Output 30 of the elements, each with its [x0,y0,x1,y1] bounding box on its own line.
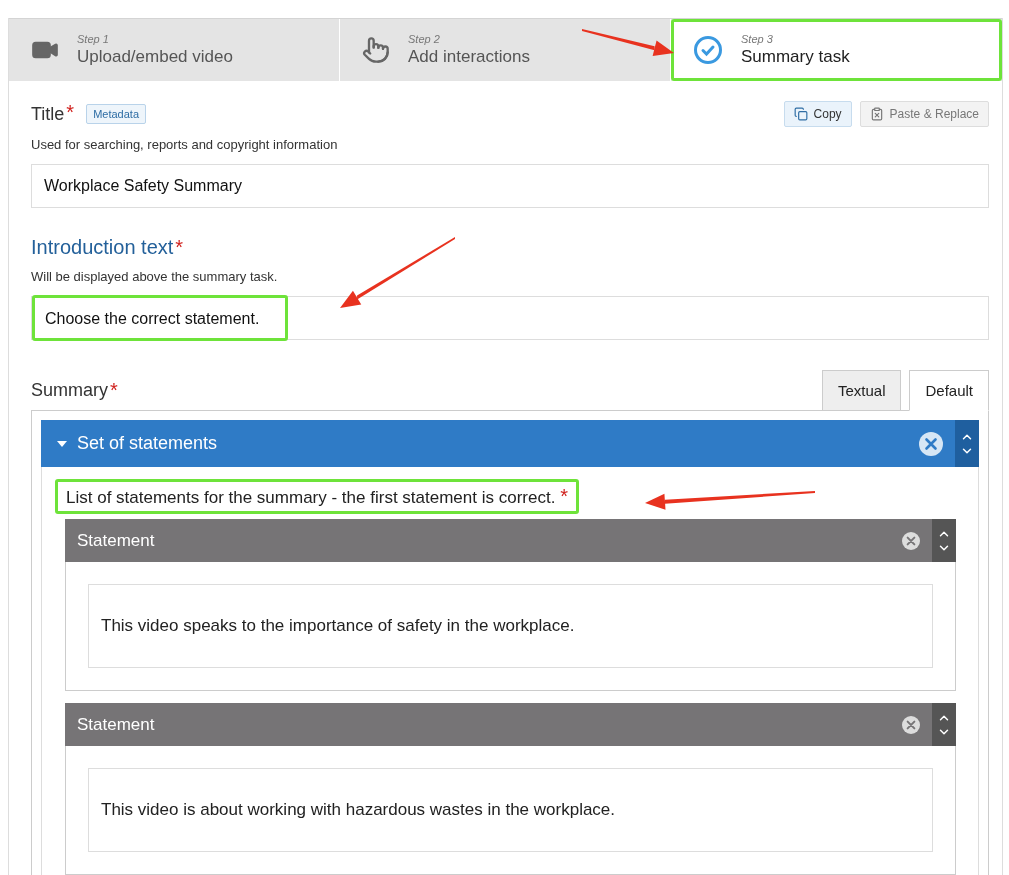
step-number: Step 1 [77,33,110,45]
field-label: Introduction text [31,236,174,259]
list-description: List of statements for the summary - the first statement is correct. * [55,479,579,514]
required-mark: * [175,236,184,259]
statement-title: Statement [77,714,155,735]
group-title: Set of statements [77,433,218,454]
field-label: Summary [31,380,108,401]
copy-button[interactable]: Copy [783,101,852,127]
statement-title: Statement [77,530,155,551]
field-label: Title [31,103,65,125]
statement-header[interactable]: Statement [65,519,956,562]
field-description: Used for searching, reports and copyright information [31,137,339,152]
text-field[interactable]: Workplace Safety Summary [31,164,989,208]
step-title: Add interactions [408,47,530,67]
metadata-tag[interactable]: Metadata [86,104,146,124]
text-field[interactable]: This video speaks to the importance of safety in the workplace. [88,584,933,668]
step-number: Step 2 [408,33,441,45]
step-number: Step 3 [741,33,774,45]
text-field[interactable]: This video is about working with hazardous wastes in the workplace. [88,768,933,852]
text-field[interactable]: Choose the correct statement. [31,296,989,340]
field-description: Will be displayed above the summary task. [31,269,279,284]
step-title: Upload/embed video [77,47,233,67]
step-title: Summary task [741,47,850,67]
statement-header[interactable]: Statement [65,703,956,746]
step-tab[interactable]: Step 3 Summary task [671,19,1002,81]
editor-tab[interactable]: Textual [821,370,902,411]
editor-tab[interactable]: Default [909,370,989,411]
group-header[interactable]: Set of statements [41,420,979,467]
required-mark: * [110,379,118,402]
required-mark: * [66,101,75,124]
